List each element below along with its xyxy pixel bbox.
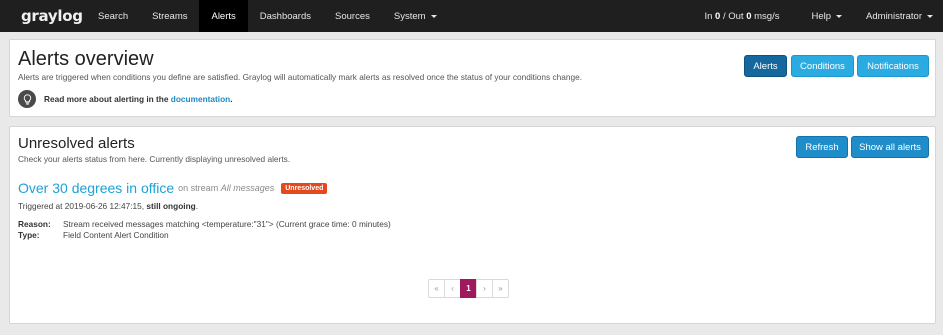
alert-stream-info: on stream All messages [178,183,274,193]
previous-page-button[interactable]: ‹ [444,279,461,298]
page-title: Alerts overview [18,48,154,70]
documentation-link[interactable]: documentation [171,94,230,104]
caret-down-icon [430,14,437,18]
reason-label: Reason: [18,219,51,229]
alert-name-link[interactable]: Over 30 degrees in office [18,180,174,196]
lightbulb-icon [18,90,36,108]
throughput-in-prefix: In [704,10,716,22]
alert-heading: Over 30 degrees in office on stream All … [18,180,328,196]
user-label: Administrator [866,10,922,22]
conditions-button[interactable]: Conditions [791,55,854,77]
status-badge: Unresolved [281,182,328,194]
alert-type-row: Type: Field Content Alert Condition [18,230,169,240]
nav-sources[interactable]: Sources [323,0,382,32]
on-stream-text: on stream [178,183,219,193]
nav-right: In 0 / Out 0 msg/s Help Administrator [704,0,943,32]
throughput-out-prefix: / Out [720,10,747,22]
nav-system-label: System [393,10,426,22]
user-dropdown[interactable]: Administrator [854,0,943,32]
logo-text: graylog [21,7,83,25]
throughput-indicator[interactable]: In 0 / Out 0 msg/s [704,11,799,22]
reason-value: Stream received messages matching <tempe… [63,219,391,229]
nav-dashboards-label: Dashboards [259,10,312,22]
documentation-hint: Read more about alerting in the document… [18,90,233,108]
show-all-alerts-button[interactable]: Show all alerts [851,136,929,158]
nav-search[interactable]: Search [86,0,140,32]
nav-sources-label: Sources [335,10,370,22]
notifications-button[interactable]: Notifications [857,55,929,77]
next-page-button[interactable]: › [476,279,493,298]
doc-suffix: . [230,94,233,104]
triggered-state: still ongoing [146,201,196,211]
page-1-button[interactable]: 1 [460,279,477,298]
first-page-button[interactable]: « [428,279,445,298]
main-nav: Search Streams Alerts Dashboards Sources… [86,0,449,32]
caret-down-icon [836,14,843,18]
triggered-prefix: Triggered at 2019-06-26 12:47:15, [18,201,147,211]
nav-streams[interactable]: Streams [140,0,199,32]
refresh-button[interactable]: Refresh [796,136,848,158]
alerts-overview-panel: Alerts overview Alerts are triggered whe… [9,39,936,117]
section-title: Unresolved alerts [18,135,135,152]
nav-streams-label: Streams [152,10,188,22]
doc-prefix: Read more about alerting in the [44,94,171,104]
nav-system-dropdown[interactable]: System [382,0,449,32]
stream-name: All messages [220,183,275,193]
caret-down-icon [927,14,933,18]
graylog-logo[interactable]: graylog [0,0,86,32]
type-value: Field Content Alert Condition [63,230,169,240]
last-page-button[interactable]: » [492,279,509,298]
alert-reason-row: Reason: Stream received messages matchin… [18,219,391,229]
throughput-unit: msg/s [751,10,780,22]
nav-dashboards[interactable]: Dashboards [248,0,323,32]
nav-alerts-label: Alerts [211,10,236,22]
overview-description: Alerts are triggered when conditions you… [18,72,583,82]
type-label: Type: [18,230,40,240]
pagination: « ‹ 1 › » [428,279,509,298]
alerts-button[interactable]: Alerts [744,55,787,77]
unresolved-alerts-panel: Unresolved alerts Check your alerts stat… [9,126,936,324]
section-description: Check your alerts status from here. Curr… [18,154,291,164]
alert-triggered-info: Triggered at 2019-06-26 12:47:15, still … [18,201,198,211]
top-navbar: graylog Search Streams Alerts Dashboards… [0,0,943,32]
nav-search-label: Search [98,10,129,22]
documentation-text: Read more about alerting in the document… [44,94,233,104]
help-dropdown[interactable]: Help [799,0,854,32]
help-label: Help [811,10,832,22]
triggered-suffix: . [195,201,199,211]
nav-alerts[interactable]: Alerts [199,0,248,32]
